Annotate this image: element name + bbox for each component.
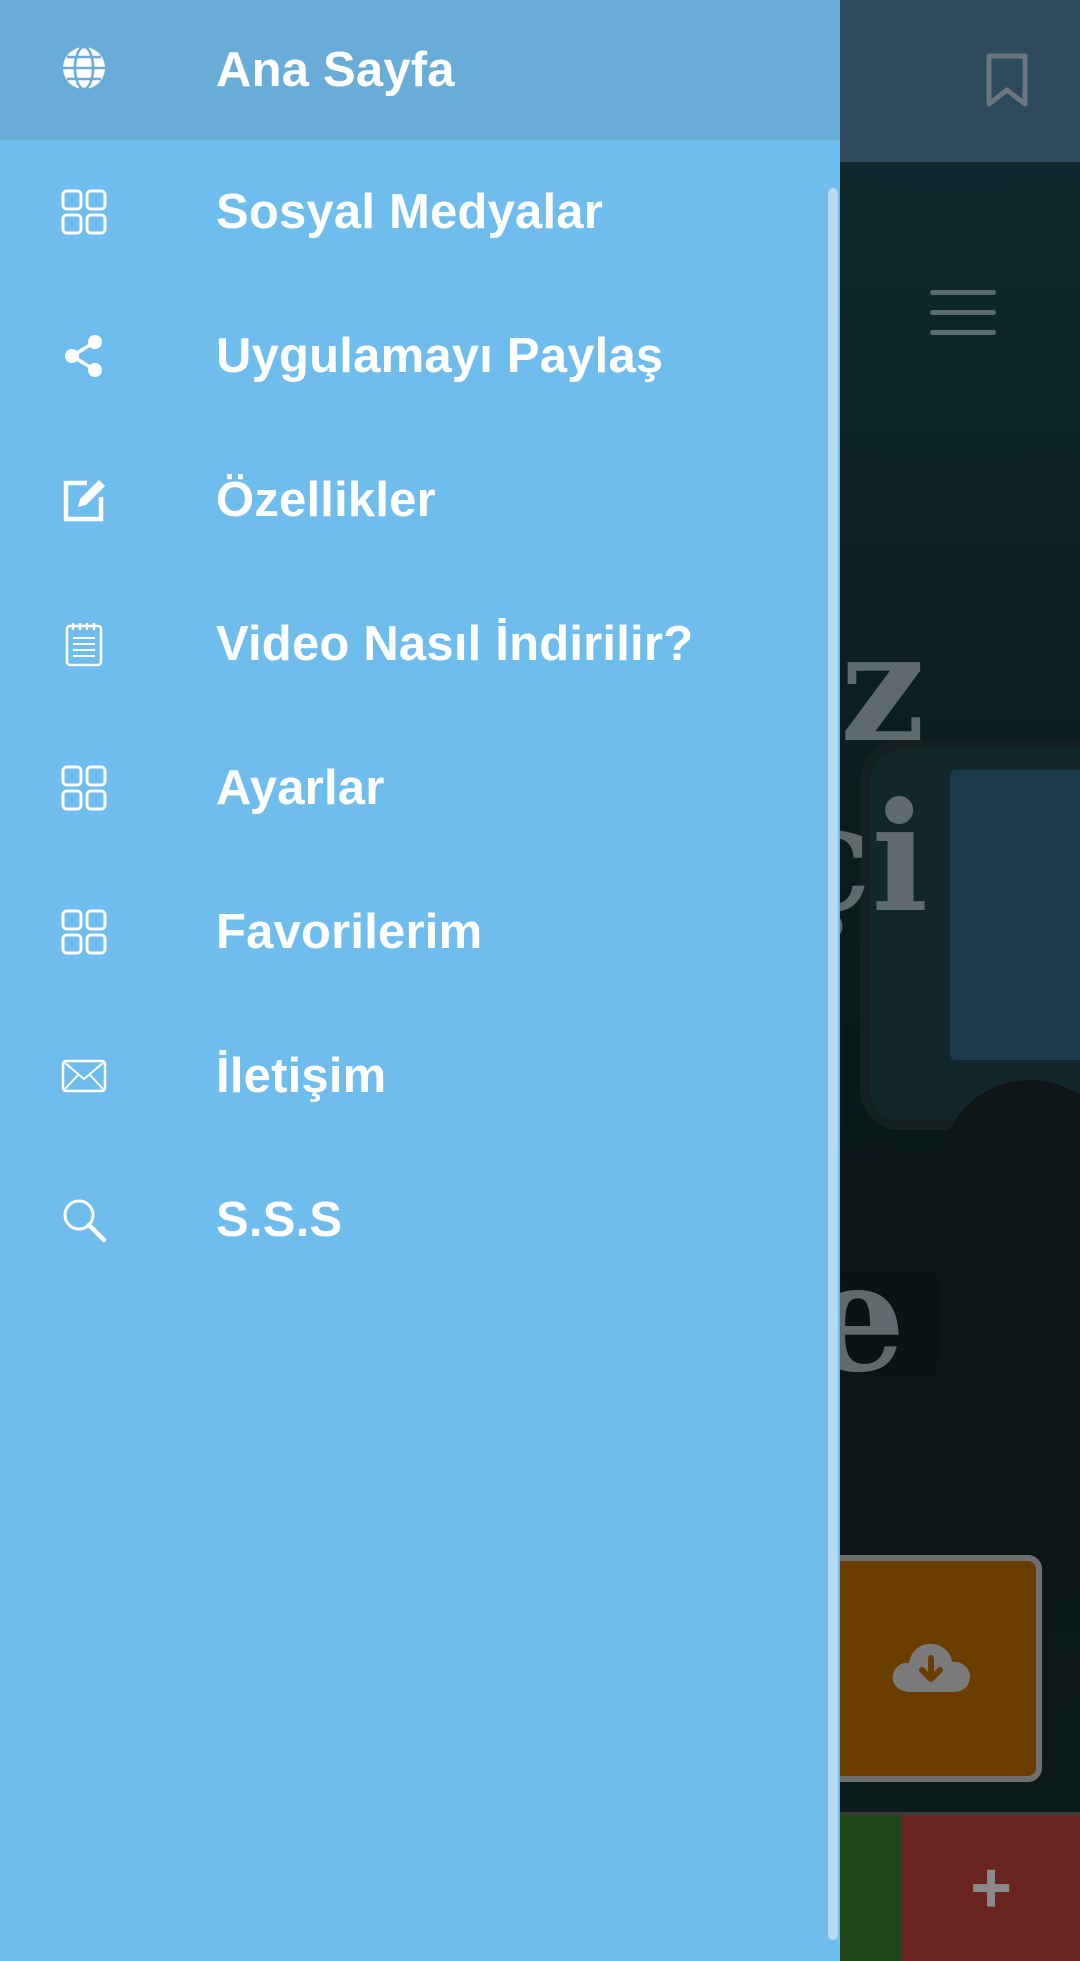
drawer-item-ozellikler[interactable]: Özellikler [0, 430, 840, 570]
share-icon [60, 332, 108, 380]
drawer-item-label: Uygulamayı Paylaş [216, 329, 664, 383]
cloud-download-icon [889, 1636, 973, 1701]
hero-phone-screen [950, 770, 1080, 1060]
plus-icon: + [969, 1848, 1013, 1928]
hero-hand-image [940, 1080, 1080, 1500]
menu-icon[interactable] [930, 290, 996, 350]
grid-icon [60, 188, 108, 236]
drawer-item-label: Ana Sayfa [216, 43, 455, 97]
drawer-item-label: Favorilerim [216, 905, 483, 959]
drawer-item-uygulamayi-paylas[interactable]: Uygulamayı Paylaş [0, 286, 840, 426]
grid-icon [60, 764, 108, 812]
grid-icon [60, 908, 108, 956]
download-button[interactable] [820, 1555, 1042, 1782]
notepad-icon [60, 620, 108, 668]
globe-icon [60, 44, 108, 92]
bookmark-icon[interactable] [985, 52, 1029, 113]
drawer-item-label: Video Nasıl İndirilir? [216, 617, 694, 671]
drawer-item-video-nasil-indirilir[interactable]: Video Nasıl İndirilir? [0, 574, 840, 714]
mail-icon [60, 1052, 108, 1100]
drawer-item-label: Özellikler [216, 473, 436, 527]
drawer-item-sss[interactable]: S.S.S [0, 1150, 840, 1290]
drawer-item-label: S.S.S [216, 1193, 343, 1247]
hero-text-1: z [840, 600, 926, 776]
drawer-item-sosyal-medyalar[interactable]: Sosyal Medyalar [0, 142, 840, 282]
drawer-item-ayarlar[interactable]: Ayarlar [0, 718, 840, 858]
edit-icon [60, 476, 108, 524]
drawer-item-label: Ayarlar [216, 761, 385, 815]
bottom-bar-add-button[interactable]: + [902, 1815, 1080, 1961]
drawer-item-label: Sosyal Medyalar [216, 185, 604, 239]
drawer-item-label: İletişim [216, 1049, 387, 1103]
drawer-item-iletisim[interactable]: İletişim [0, 1006, 840, 1146]
drawer-item-ana-sayfa[interactable]: Ana Sayfa [0, 0, 840, 140]
navigation-drawer: Ana Sayfa Sosyal Medyalar Uygulamayı Pay… [0, 0, 840, 1961]
drawer-scrollbar[interactable] [828, 188, 838, 1940]
search-icon [60, 1196, 108, 1244]
drawer-item-favorilerim[interactable]: Favorilerim [0, 862, 840, 1002]
